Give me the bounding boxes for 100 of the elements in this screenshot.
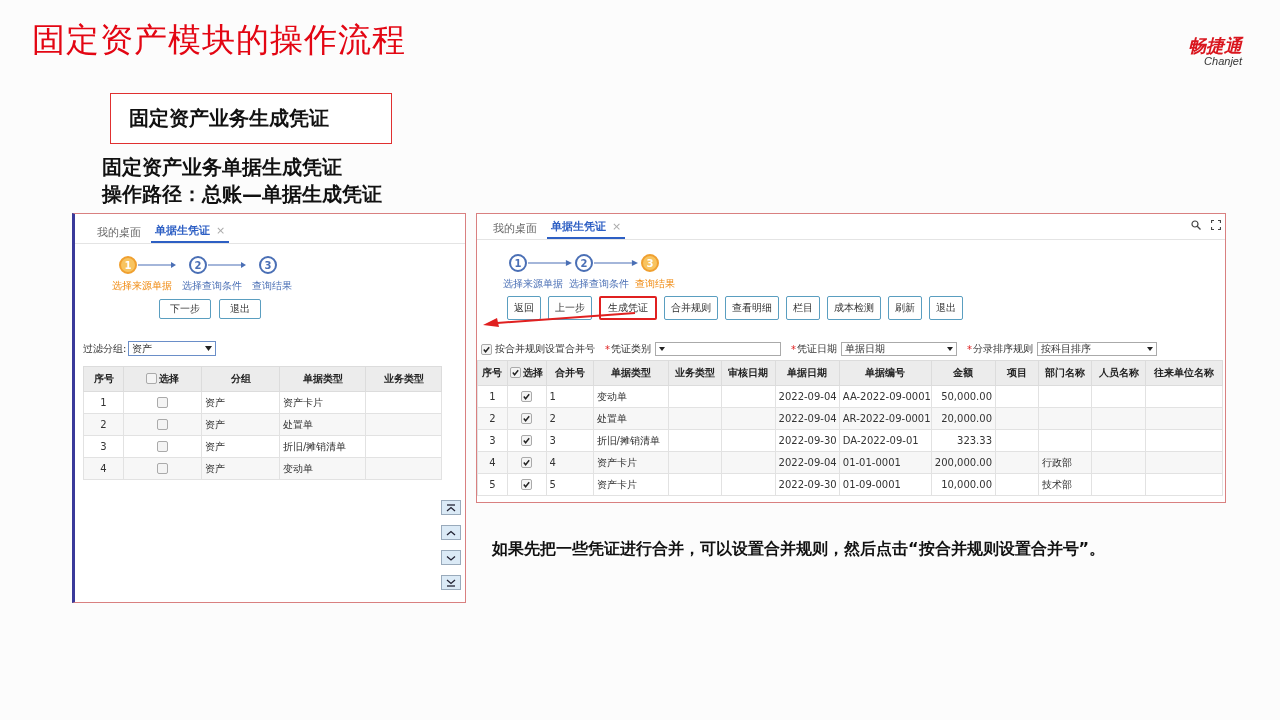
heading: 固定资产业务单据生成凭证: [102, 154, 342, 181]
checkbox[interactable]: [521, 457, 533, 469]
checkbox[interactable]: [481, 343, 492, 355]
table-cell: 资产: [201, 391, 280, 414]
operation-path: 操作路径：总账—单据生成凭证: [102, 181, 382, 208]
filter-dropdown[interactable]: 资产: [128, 341, 217, 356]
checkbox[interactable]: [157, 441, 168, 453]
table-cell: 资产: [201, 435, 280, 458]
checkbox[interactable]: [157, 463, 168, 475]
step-arrow: [208, 261, 246, 269]
column-header: 人员名称: [1091, 360, 1146, 386]
toolbar-button[interactable]: 下一步: [159, 299, 211, 319]
table-cell: 折旧/摊销清单: [593, 429, 668, 452]
toolbar-button[interactable]: 生成凭证: [599, 296, 657, 320]
field-label: 凭证类别: [611, 342, 651, 356]
toolbar-button[interactable]: 刷新: [888, 296, 922, 320]
caret-icon: [947, 347, 953, 351]
section-label: 固定资产业务生成凭证: [110, 93, 392, 144]
table-cell: [721, 429, 776, 452]
table-cell: 01-09-0001: [839, 473, 932, 496]
toolbar-button[interactable]: 栏目: [786, 296, 820, 320]
column-header: 往来单位名称: [1145, 360, 1223, 386]
tab[interactable]: 单据生凭证 ×: [151, 223, 230, 243]
scroll-bottom-button[interactable]: [441, 575, 461, 590]
table-cell: 2022-09-30: [775, 473, 840, 496]
filter-label: 过滤分组:: [83, 341, 127, 356]
required-mark: *: [605, 343, 610, 355]
column-header: 选择: [159, 371, 179, 386]
step-label: 选择来源单据: [112, 279, 172, 293]
column-header: 合并号: [546, 360, 594, 386]
table-cell: 技术部: [1038, 473, 1092, 496]
search-icon[interactable]: [1191, 220, 1201, 230]
table-cell: 资产卡片: [279, 391, 366, 414]
column-header: 金额: [931, 360, 996, 386]
step-arrow: [528, 259, 572, 267]
table-cell: 2022-09-30: [775, 429, 840, 452]
checkbox[interactable]: [521, 413, 533, 425]
table-cell: 3: [477, 429, 508, 452]
checkbox[interactable]: [157, 419, 168, 431]
caret-icon: [659, 347, 665, 351]
toolbar-button[interactable]: 退出: [929, 296, 963, 320]
table-cell: [721, 385, 776, 408]
tab[interactable]: 我的桌面: [93, 225, 145, 243]
table-cell: [1038, 429, 1092, 452]
table-cell: [1091, 473, 1146, 496]
fullscreen-icon[interactable]: [1211, 220, 1221, 230]
checkbox[interactable]: [521, 435, 533, 447]
table-cell: 3: [83, 435, 124, 458]
table-cell: [995, 385, 1039, 408]
table-cell: [668, 473, 722, 496]
step-number: 2: [189, 256, 207, 274]
toolbar-button[interactable]: 返回: [507, 296, 541, 320]
tab[interactable]: 我的桌面: [489, 221, 541, 239]
required-mark: *: [967, 343, 972, 355]
slide-title: 固定资产模块的操作流程: [32, 19, 406, 61]
checkbox[interactable]: [146, 373, 157, 385]
table-cell: [668, 429, 722, 452]
step-label: 查询结果: [635, 277, 675, 291]
column-header: 业务类型: [668, 360, 722, 386]
chevron-top-icon: [445, 502, 457, 513]
column-header: 业务类型: [365, 366, 442, 392]
toolbar-button[interactable]: 上一步: [548, 296, 592, 320]
table-cell: 1: [546, 385, 594, 408]
dropdown[interactable]: 按科目排序: [1037, 342, 1157, 356]
step-number: 2: [575, 254, 593, 272]
table-cell: 1: [83, 391, 124, 414]
required-mark: *: [791, 343, 796, 355]
step-label: 选择查询条件: [569, 277, 629, 291]
dropdown[interactable]: 单据日期: [841, 342, 957, 356]
step-arrow: [138, 261, 176, 269]
step-number: 3: [641, 254, 659, 272]
scroll-up-button[interactable]: [441, 525, 461, 540]
toolbar-button[interactable]: 成本检测: [827, 296, 881, 320]
tab[interactable]: 单据生凭证 ×: [547, 219, 626, 239]
caret-icon: [1147, 347, 1153, 351]
checkbox[interactable]: [157, 397, 168, 409]
column-header: 单据类型: [593, 360, 668, 386]
table-cell: 4: [83, 457, 124, 480]
scroll-down-button[interactable]: [441, 550, 461, 565]
toolbar-button[interactable]: 合并规则: [664, 296, 718, 320]
table-cell: 5: [546, 473, 594, 496]
column-header: 审核日期: [721, 360, 776, 386]
table-cell: 变动单: [593, 385, 668, 408]
toolbar-button[interactable]: 退出: [219, 299, 261, 319]
table-cell: DA-2022-09-01: [839, 429, 932, 452]
table-cell: 10,000.00: [931, 473, 996, 496]
toolbar-button[interactable]: 查看明细: [725, 296, 779, 320]
column-header: 单据日期: [775, 360, 840, 386]
table-cell: 2: [477, 407, 508, 430]
table-cell: 1: [477, 385, 508, 408]
scroll-top-button[interactable]: [441, 500, 461, 515]
checkbox[interactable]: [521, 479, 533, 491]
column-header: 序号: [83, 366, 124, 392]
field-label: 分录排序规则: [973, 342, 1033, 356]
table-cell: 5: [477, 473, 508, 496]
table-cell: [995, 473, 1039, 496]
step-label: 选择来源单据: [503, 277, 563, 291]
step-label: 查询结果: [252, 279, 292, 293]
checkbox[interactable]: [510, 367, 522, 379]
checkbox[interactable]: [521, 391, 533, 403]
